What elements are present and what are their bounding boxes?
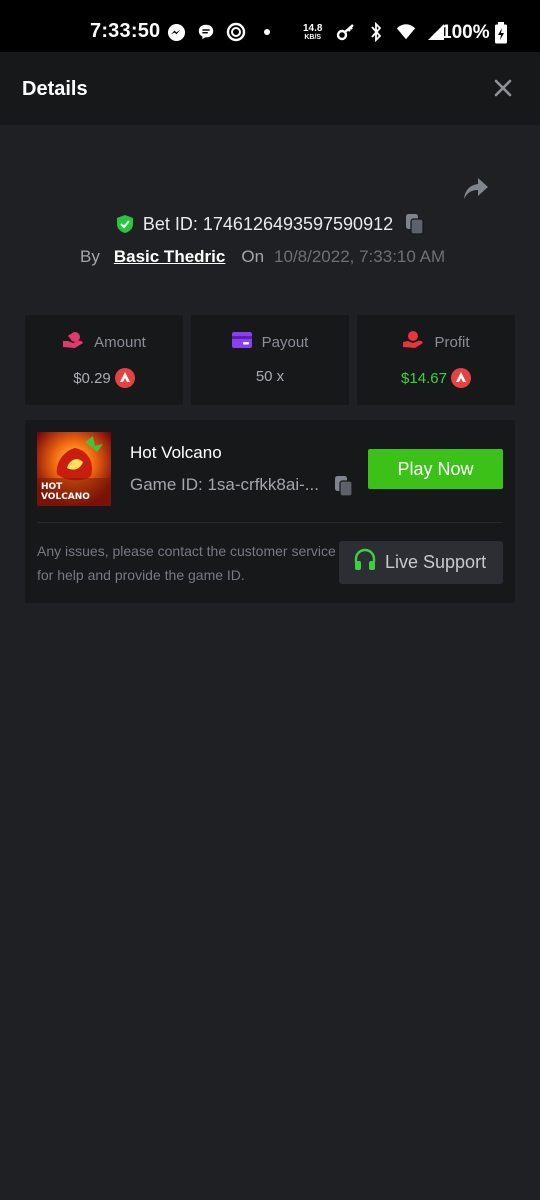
avax-coin-icon [450,368,471,388]
app-ring-icon [226,22,246,42]
bet-stats: Amount $0.29 Payout 50 x Profit $14.67 [25,315,515,405]
money-hand-icon [62,331,84,353]
stat-amount-value: $0.29 [73,369,111,387]
battery-level: 100% [441,22,490,43]
shield-check-icon [115,214,135,234]
copy-game-id-icon[interactable] [334,475,354,497]
avax-coin-icon [114,368,135,388]
copy-bet-id-icon[interactable] [405,213,425,235]
divider [37,522,503,523]
share-icon[interactable] [462,176,490,202]
stat-amount-label: Amount [94,333,146,351]
svg-text:HOT: HOT [41,482,63,492]
game-name: Hot Volcano [130,443,222,462]
on-label: On [241,247,265,266]
wifi-icon [396,22,416,42]
key-icon [336,22,356,42]
stat-amount: Amount $0.29 [25,315,183,405]
bet-id-row: Bet ID: 1746126493597590912 [0,213,540,235]
stat-payout: Payout 50 x [191,315,349,405]
svg-text:VOLCANO: VOLCANO [41,492,90,502]
notification-dot-icon [264,29,270,35]
details-header: Details [0,52,540,125]
stat-profit-value: $14.67 [401,369,447,387]
status-time: 7:33:50 [90,20,161,42]
game-thumbnail[interactable]: HOT VOLCANO [37,432,111,506]
support-help-text: Any issues, please contact the customer … [37,543,336,583]
bet-date: 10/8/2022, 7:33:10 AM [274,247,446,266]
bet-details-screen: 7:33:50 14.8 KB/S 100% Details Bet ID: 1… [0,0,540,1200]
live-support-label: Live Support [385,552,487,572]
bluetooth-icon [366,22,386,42]
battery-charging-icon [494,22,508,49]
stat-payout-value: 50 x [255,368,285,385]
messenger-icon [166,22,186,42]
stat-payout-label: Payout [261,333,309,351]
stat-profit: Profit $14.67 [357,315,515,405]
game-card: HOT VOLCANO Hot Volcano Game ID: 1sa-crf… [25,420,515,603]
by-label: By [80,247,100,266]
close-icon[interactable] [492,77,514,99]
stat-profit-label: Profit [434,333,470,351]
bet-author-row: By Basic Thedric On 10/8/2022, 7:33:10 A… [80,247,445,267]
live-support-button[interactable]: Live Support [339,541,503,584]
chat-icon [196,22,216,42]
profit-hand-icon [402,331,424,353]
game-id: Game ID: 1sa-crfkk8ai-... [130,475,319,494]
headset-icon [353,548,377,577]
status-bar: 7:33:50 14.8 KB/S 100% [0,0,540,52]
bet-id: Bet ID: 1746126493597590912 [142,213,394,234]
user-link[interactable]: Basic Thedric [114,247,226,267]
play-now-button[interactable]: Play Now [368,449,503,489]
network-speed: 14.8 KB/S [303,23,323,42]
card-icon [231,332,252,352]
page-title: Details [22,78,88,100]
